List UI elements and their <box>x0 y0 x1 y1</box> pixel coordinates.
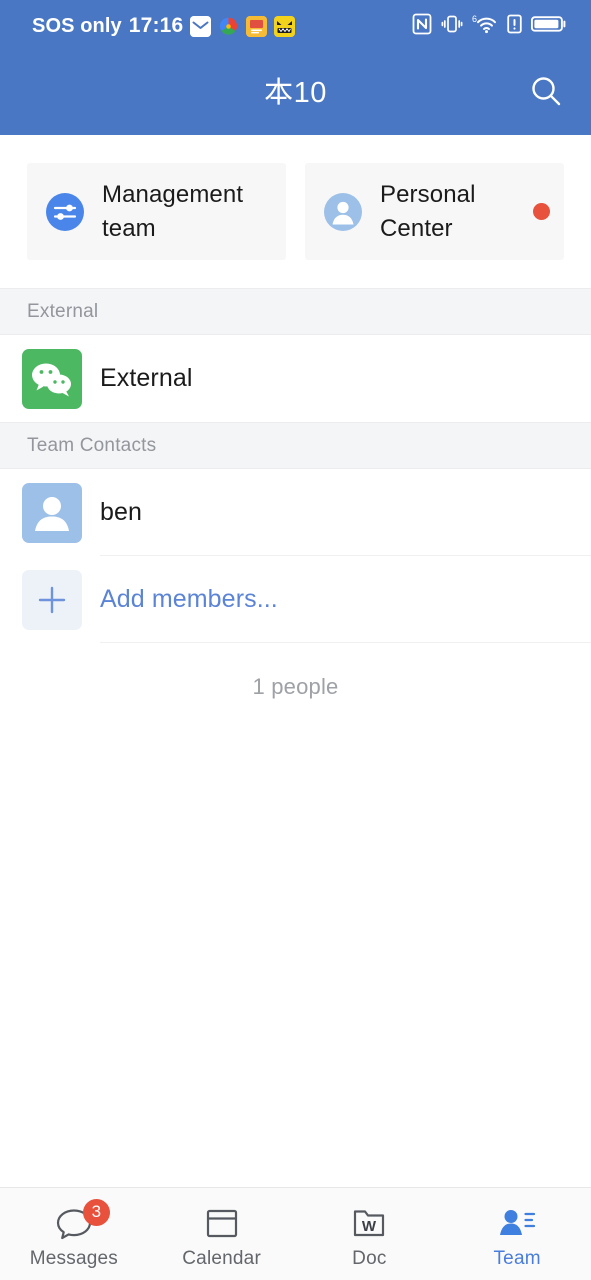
status-bar: SOS only 17:16 6 <box>0 0 591 52</box>
person-icon <box>22 482 82 543</box>
list-item-ben[interactable]: ben <box>0 469 591 556</box>
content-filler <box>0 700 591 1187</box>
section-header-external: External <box>0 288 591 335</box>
management-team-card[interactable]: Management team <box>27 163 286 260</box>
personal-center-label: Personal Center <box>380 181 476 242</box>
photos-icon <box>218 16 239 37</box>
messages-badge: 3 <box>82 1198 110 1226</box>
title-bar: 本10 <box>0 52 591 135</box>
app-root: SOS only 17:16 6 本10 Management team Per… <box>0 0 591 1280</box>
ben-row-body: ben <box>100 469 591 556</box>
team-contacts-list: ben Add members... 1 people <box>0 469 591 700</box>
tab-calendar[interactable]: Calendar <box>148 1188 296 1280</box>
svg-text:6: 6 <box>472 14 477 24</box>
list-item-external[interactable]: External <box>0 335 591 422</box>
app-header: SOS only 17:16 6 本10 <box>0 0 591 135</box>
carrier-label: SOS only <box>32 14 122 37</box>
battery-icon <box>530 14 567 39</box>
tab-messages[interactable]: 3 Messages <box>0 1188 148 1280</box>
app-icon-yellow <box>246 15 268 37</box>
search-icon <box>529 74 563 113</box>
bottom-tab-bar: 3 Messages Calendar W Doc Team <box>0 1187 591 1280</box>
calendar-icon <box>204 1203 240 1243</box>
tab-team-label: Team <box>493 1247 541 1269</box>
svg-text:W: W <box>362 1218 377 1235</box>
search-button[interactable] <box>523 71 569 117</box>
doc-folder-w-icon: W <box>350 1203 388 1243</box>
nfc-icon <box>412 13 432 40</box>
person-circle-icon <box>322 191 364 233</box>
add-members-row-body: Add members... <box>100 556 591 643</box>
status-bar-left: SOS only 17:16 <box>32 14 296 38</box>
page-title: 本10 <box>264 76 327 109</box>
emoji-icon <box>274 15 296 37</box>
tab-doc-label: Doc <box>352 1247 387 1269</box>
people-count-label: 1 people <box>0 643 591 700</box>
section-header-team-contacts: Team Contacts <box>0 422 591 469</box>
plus-icon <box>22 569 82 630</box>
add-members-label: Add members... <box>100 584 278 613</box>
contact-name-label: ben <box>100 497 143 526</box>
external-label: External <box>100 364 193 392</box>
tab-messages-label: Messages <box>29 1247 118 1269</box>
wechat-icon <box>22 348 82 409</box>
tab-calendar-label: Calendar <box>182 1247 261 1269</box>
personal-center-notification-dot <box>533 203 550 220</box>
chat-bubble-icon: 3 <box>54 1198 110 1243</box>
tab-team[interactable]: Team <box>443 1188 591 1280</box>
status-bar-right: 6 <box>412 13 567 40</box>
management-team-label: Management team <box>102 181 244 242</box>
list-item-add-members[interactable]: Add members... <box>0 556 591 643</box>
quick-access-row: Management team Personal Center <box>0 135 591 288</box>
mail-icon <box>190 15 212 37</box>
sliders-icon <box>44 191 86 233</box>
external-list: External <box>0 335 591 422</box>
alert-icon <box>507 13 522 40</box>
vibrate-icon <box>441 13 463 40</box>
tab-doc[interactable]: W Doc <box>296 1188 444 1280</box>
external-row-body: External <box>100 335 591 422</box>
personal-center-card[interactable]: Personal Center <box>305 163 564 260</box>
clock-label: 17:16 <box>128 14 184 37</box>
wifi-6-icon: 6 <box>472 13 498 40</box>
team-person-icon <box>497 1203 537 1243</box>
